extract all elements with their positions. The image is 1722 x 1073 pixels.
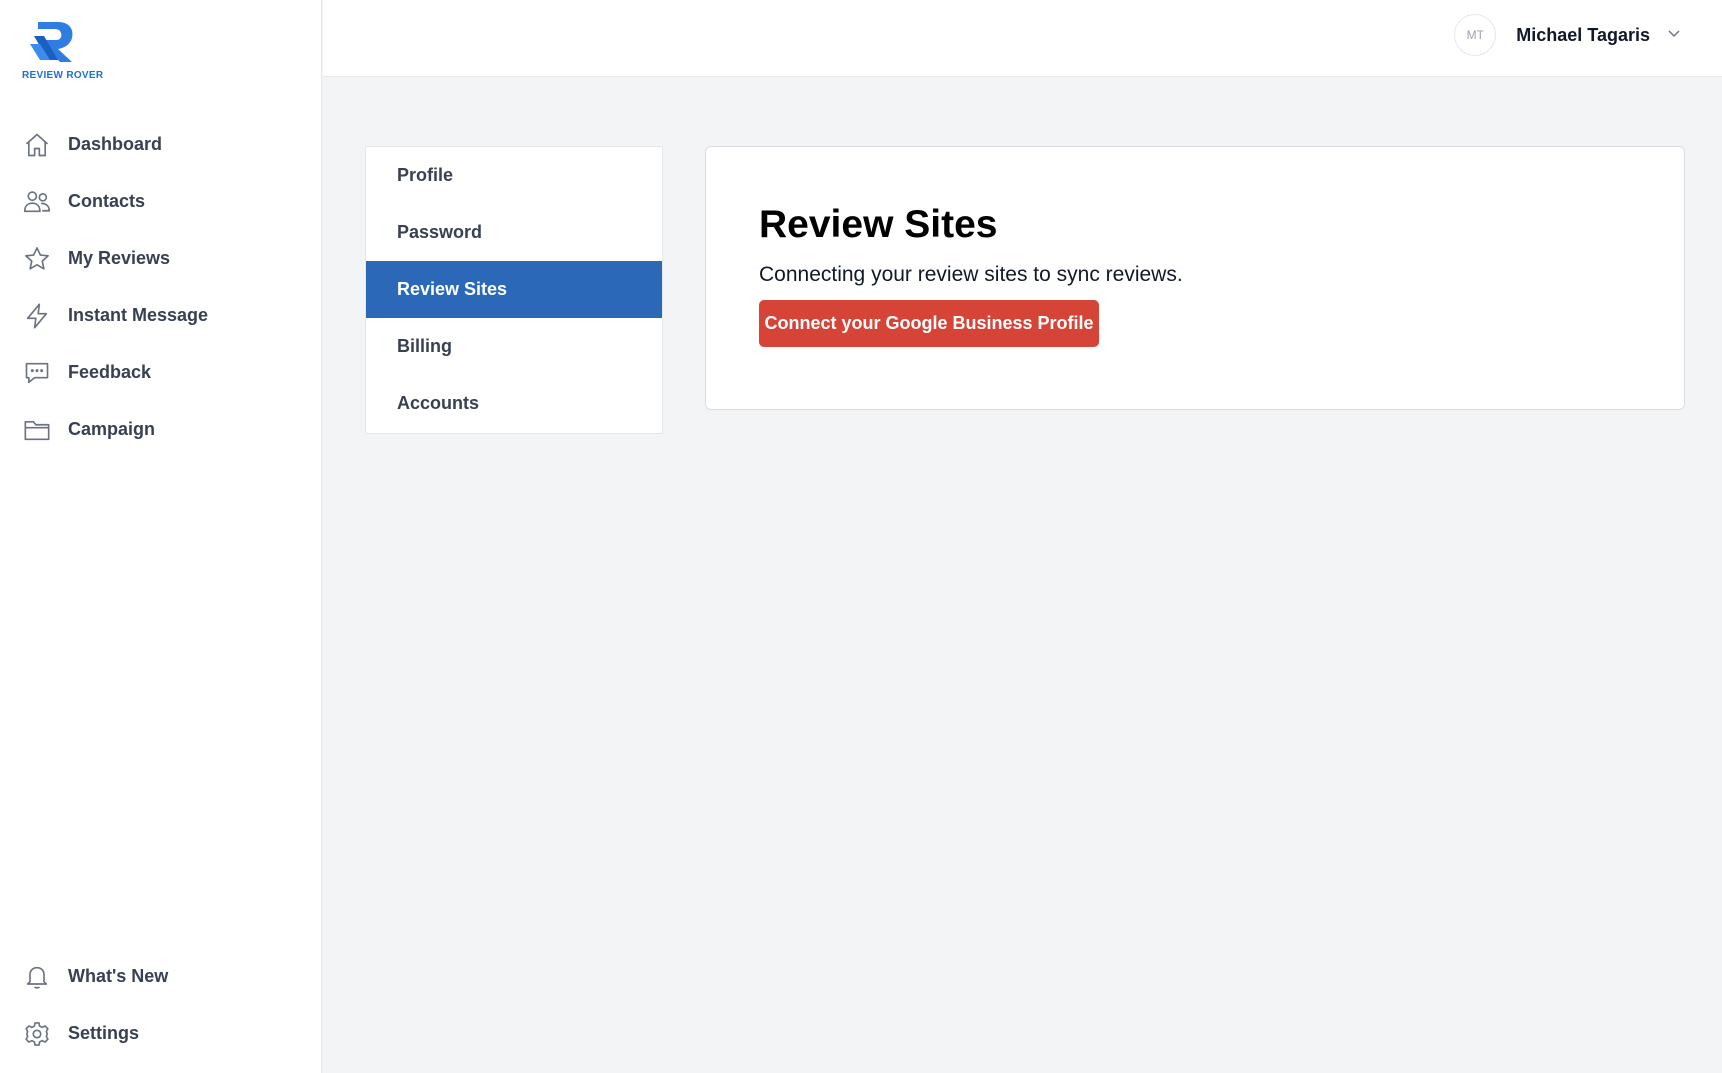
sidebar-item-contacts[interactable]: Contacts	[0, 173, 322, 230]
bell-icon	[22, 962, 52, 992]
app-root: REVIEW ROVER Dashboard Contacts My Revie…	[0, 0, 1722, 1073]
avatar: MT	[1454, 14, 1497, 56]
home-icon	[22, 130, 52, 160]
sidebar-item-whats-new[interactable]: What's New	[0, 948, 322, 1005]
top-bar: MT Michael Tagaris	[323, 0, 1722, 77]
tab-profile[interactable]: Profile	[366, 147, 662, 204]
connect-google-button[interactable]: Connect your Google Business Profile	[759, 300, 1099, 347]
sidebar: REVIEW ROVER Dashboard Contacts My Revie…	[0, 0, 322, 1073]
sidebar-bottom-nav: What's New Settings	[0, 948, 322, 1062]
page-description: Connecting your review sites to sync rev…	[759, 263, 1183, 286]
sidebar-item-label: Contacts	[68, 191, 146, 211]
user-menu[interactable]: MT Michael Tagaris	[1454, 14, 1682, 56]
settings-tabs: Profile Password Review Sites Billing Ac…	[365, 146, 663, 434]
sidebar-item-campaign[interactable]: Campaign	[0, 401, 322, 458]
users-icon	[22, 187, 52, 217]
user-name: Michael Tagaris	[1516, 24, 1650, 45]
sidebar-item-label: Instant Message	[68, 305, 209, 325]
folder-icon	[22, 415, 52, 445]
chat-icon	[22, 358, 52, 388]
brand-logo[interactable]: REVIEW ROVER	[22, 20, 104, 82]
lightning-icon	[22, 301, 52, 331]
chevron-down-icon	[1666, 25, 1682, 46]
sidebar-item-settings[interactable]: Settings	[0, 1005, 322, 1062]
review-sites-card: Review Sites Connecting your review site…	[705, 146, 1685, 410]
sidebar-item-label: What's New	[68, 966, 169, 986]
sidebar-nav: Dashboard Contacts My Reviews Instant Me…	[0, 116, 322, 458]
star-icon	[22, 244, 52, 274]
sidebar-item-label: Settings	[68, 1023, 140, 1043]
tab-review-sites[interactable]: Review Sites	[366, 261, 662, 318]
sidebar-item-feedback[interactable]: Feedback	[0, 344, 322, 401]
sidebar-item-my-reviews[interactable]: My Reviews	[0, 230, 322, 287]
brand-name: REVIEW ROVER	[22, 70, 104, 81]
sidebar-item-label: Dashboard	[68, 134, 163, 154]
sidebar-item-label: Feedback	[68, 362, 152, 382]
tab-accounts[interactable]: Accounts	[366, 375, 662, 432]
review-rover-logo-icon	[30, 22, 73, 62]
gear-icon	[22, 1019, 52, 1049]
tab-billing[interactable]: Billing	[366, 318, 662, 375]
sidebar-item-label: Campaign	[68, 419, 156, 439]
sidebar-item-dashboard[interactable]: Dashboard	[0, 116, 322, 173]
tab-password[interactable]: Password	[366, 204, 662, 261]
page-title: Review Sites	[759, 203, 998, 246]
sidebar-item-instant-message[interactable]: Instant Message	[0, 287, 322, 344]
sidebar-item-label: My Reviews	[68, 248, 171, 268]
